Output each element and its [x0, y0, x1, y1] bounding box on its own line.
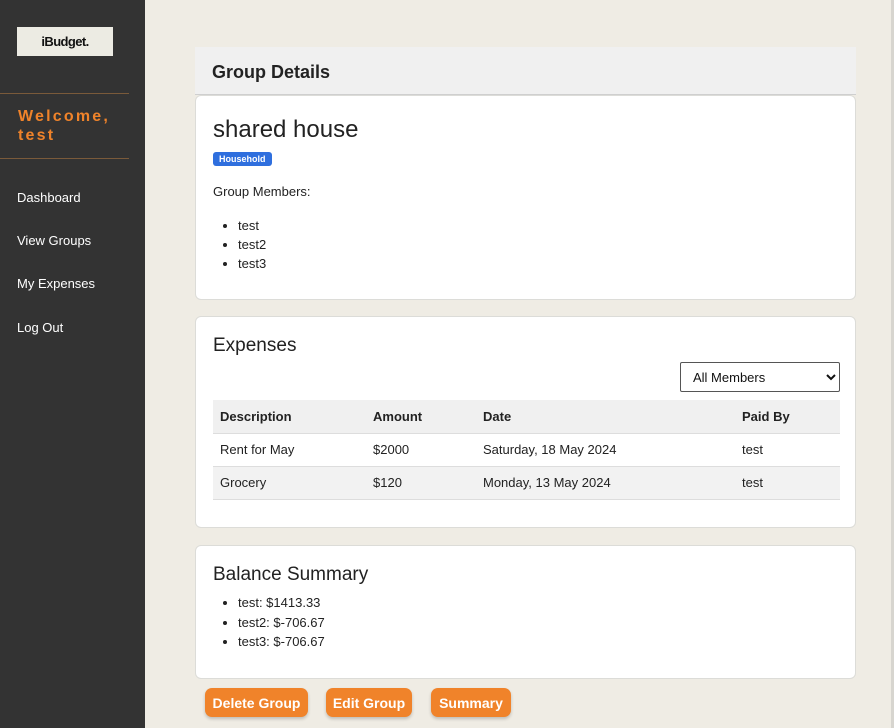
delete-group-button[interactable]: Delete Group [205, 688, 308, 717]
nav-dashboard[interactable]: Dashboard [17, 190, 81, 205]
table-header-row: Description Amount Date Paid By [213, 400, 840, 434]
nav-log-out[interactable]: Log Out [17, 320, 63, 335]
page-title: Group Details [212, 62, 331, 82]
sidebar-divider-bottom [0, 158, 129, 159]
column-header-description: Description [213, 400, 366, 434]
sidebar: iBudget. Welcome, test Dashboard View Gr… [0, 0, 145, 728]
column-header-amount: Amount [366, 400, 476, 434]
app-logo[interactable]: iBudget. [17, 27, 113, 56]
group-name: shared house [213, 116, 359, 143]
group-info-card: shared house Household Group Members: te… [195, 95, 856, 300]
expense-description: Rent for May [213, 433, 366, 467]
balance-summary-card: Balance Summary test: $1413.33 test2: $-… [195, 545, 856, 679]
expense-paid-by: test [735, 433, 840, 467]
page-header: Group Details [195, 47, 856, 95]
nav-view-groups[interactable]: View Groups [17, 233, 91, 248]
member-filter-select[interactable]: All Members [680, 362, 840, 392]
balance-item: test2: $-706.67 [238, 613, 325, 633]
nav-my-expenses[interactable]: My Expenses [17, 276, 95, 291]
welcome-message: Welcome, test [18, 108, 110, 144]
expenses-table: Description Amount Date Paid By Rent for… [213, 400, 840, 500]
table-row: Grocery $120 Monday, 13 May 2024 test [213, 466, 840, 500]
table-row: Rent for May $2000 Saturday, 18 May 2024… [213, 433, 840, 467]
group-members-label: Group Members: [213, 184, 311, 199]
column-header-paid-by: Paid By [735, 400, 840, 434]
expense-date: Monday, 13 May 2024 [476, 466, 735, 500]
expense-amount: $120 [366, 466, 476, 500]
member-item: test2 [238, 235, 266, 254]
expense-description: Grocery [213, 466, 366, 500]
group-members-list: test test2 test3 [238, 216, 266, 273]
expense-paid-by: test [735, 466, 840, 500]
summary-button[interactable]: Summary [431, 688, 511, 717]
group-category-badge: Household [213, 152, 272, 166]
member-item: test [238, 216, 266, 235]
balance-item: test3: $-706.67 [238, 632, 325, 652]
expenses-title: Expenses [213, 335, 297, 356]
expense-date: Saturday, 18 May 2024 [476, 433, 735, 467]
expenses-card: Expenses All Members Description Amount … [195, 316, 856, 528]
edit-group-button[interactable]: Edit Group [326, 688, 412, 717]
member-item: test3 [238, 254, 266, 273]
expense-amount: $2000 [366, 433, 476, 467]
column-header-date: Date [476, 400, 735, 434]
balance-list: test: $1413.33 test2: $-706.67 test3: $-… [238, 593, 325, 652]
balance-item: test: $1413.33 [238, 593, 325, 613]
balance-summary-title: Balance Summary [213, 564, 369, 585]
sidebar-divider-top [0, 93, 129, 94]
